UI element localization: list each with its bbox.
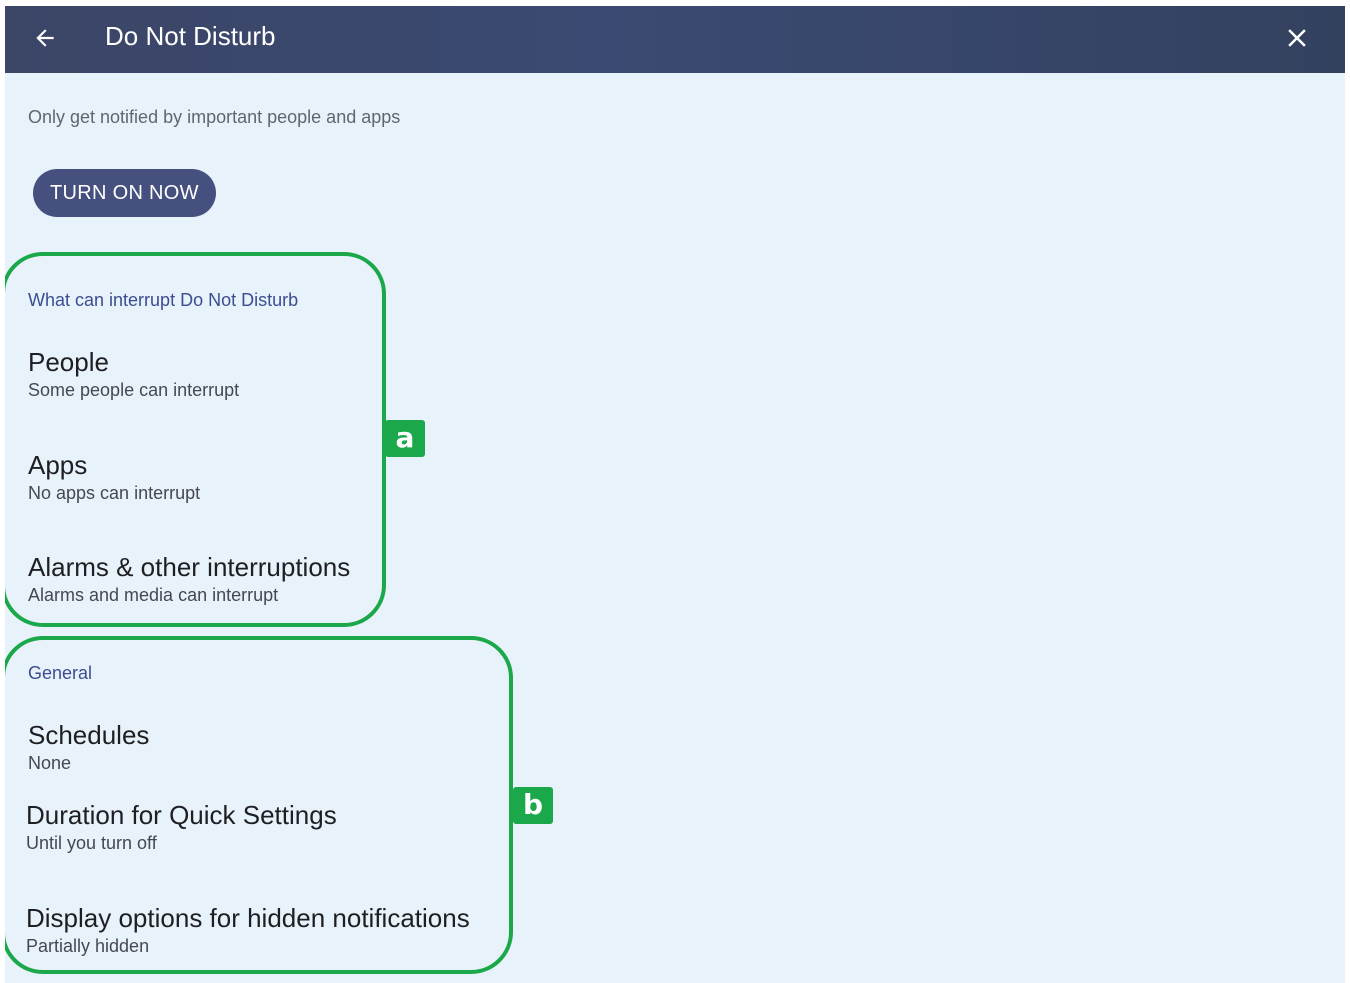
close-button[interactable] <box>1277 18 1317 58</box>
callout-box-a <box>5 252 386 627</box>
settings-screen: Do Not Disturb Only get notified by impo… <box>5 6 1345 983</box>
turn-on-now-button[interactable]: TURN ON NOW <box>33 169 216 217</box>
app-bar: Do Not Disturb <box>5 6 1345 73</box>
callout-label-a: a <box>385 420 425 457</box>
page-title: Do Not Disturb <box>105 21 276 51</box>
close-icon <box>1288 29 1306 47</box>
description-text: Only get notified by important people an… <box>28 107 401 127</box>
callout-box-b <box>5 636 513 974</box>
back-button[interactable] <box>27 20 63 56</box>
back-arrow-icon <box>36 29 54 47</box>
callout-label-b: b <box>513 787 553 824</box>
